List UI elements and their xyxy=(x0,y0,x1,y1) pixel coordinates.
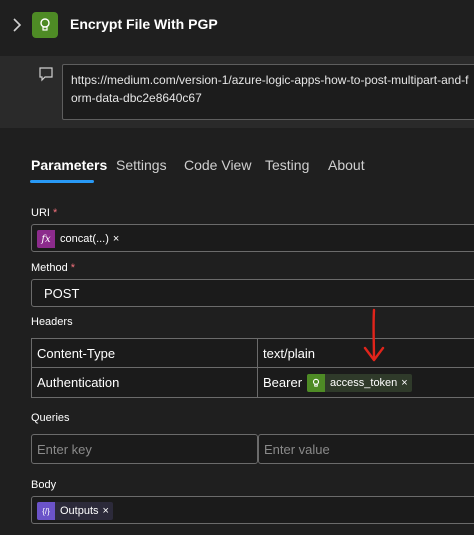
token-label: access_token xyxy=(330,376,398,389)
required-mark: * xyxy=(70,262,76,274)
queries-label: Queries xyxy=(31,412,70,424)
key-placeholder: Enter key xyxy=(37,441,92,457)
red-arrow-annotation xyxy=(363,308,385,362)
access-token-token[interactable]: access_token × xyxy=(307,373,412,392)
token-label: concat(...) xyxy=(60,233,109,245)
comment-textarea[interactable]: https://medium.com/version-1/azure-logic… xyxy=(62,64,474,120)
remove-token-icon[interactable]: × xyxy=(113,233,123,245)
remove-token-icon[interactable]: × xyxy=(401,377,411,389)
header-key-cell[interactable]: Content-Type xyxy=(31,338,258,368)
outputs-token[interactable]: {/} Outputs × xyxy=(37,502,113,520)
method-value: POST xyxy=(44,286,80,301)
pgp-connector-icon xyxy=(32,12,58,38)
chevron-right-icon[interactable] xyxy=(10,16,24,34)
remove-token-icon[interactable]: × xyxy=(103,505,113,517)
header-key-cell[interactable]: Authentication xyxy=(31,367,258,398)
tab-about[interactable]: About xyxy=(328,157,365,173)
body-field[interactable]: {/} Outputs × xyxy=(31,496,474,524)
header-key: Content-Type xyxy=(37,345,116,361)
variable-icon: {/} xyxy=(37,502,55,520)
header-value: text/plain xyxy=(263,345,316,361)
concat-token[interactable]: fx concat(...) × xyxy=(37,230,123,248)
header-value-cell[interactable]: Bearer access_token × xyxy=(257,367,474,398)
function-icon: fx xyxy=(37,230,55,248)
action-title[interactable]: Encrypt File With PGP xyxy=(70,16,218,32)
tab-settings[interactable]: Settings xyxy=(116,157,167,173)
query-value-input[interactable]: Enter value xyxy=(258,434,474,464)
tab-parameters[interactable]: Parameters xyxy=(31,157,107,173)
active-tab-indicator xyxy=(30,180,94,183)
method-select[interactable]: POST xyxy=(31,279,474,307)
comment-icon xyxy=(39,67,53,82)
method-label: Method * xyxy=(31,262,75,274)
uri-label-text: URI xyxy=(31,207,50,219)
lightbulb-icon xyxy=(307,373,326,392)
token-label: Outputs xyxy=(60,505,99,517)
uri-label: URI * xyxy=(31,207,57,219)
tab-code-view[interactable]: Code View xyxy=(184,157,251,173)
required-mark: * xyxy=(53,207,58,219)
value-placeholder: Enter value xyxy=(264,441,330,457)
bearer-text: Bearer xyxy=(263,375,303,390)
method-label-text: Method xyxy=(31,262,68,274)
lightbulb-icon xyxy=(40,18,50,31)
body-label: Body xyxy=(31,479,57,491)
uri-field[interactable]: fx concat(...) × xyxy=(31,224,474,252)
tab-testing[interactable]: Testing xyxy=(265,157,309,173)
headers-label: Headers xyxy=(31,316,73,328)
query-key-input[interactable]: Enter key xyxy=(31,434,258,464)
header-key: Authentication xyxy=(37,375,120,390)
